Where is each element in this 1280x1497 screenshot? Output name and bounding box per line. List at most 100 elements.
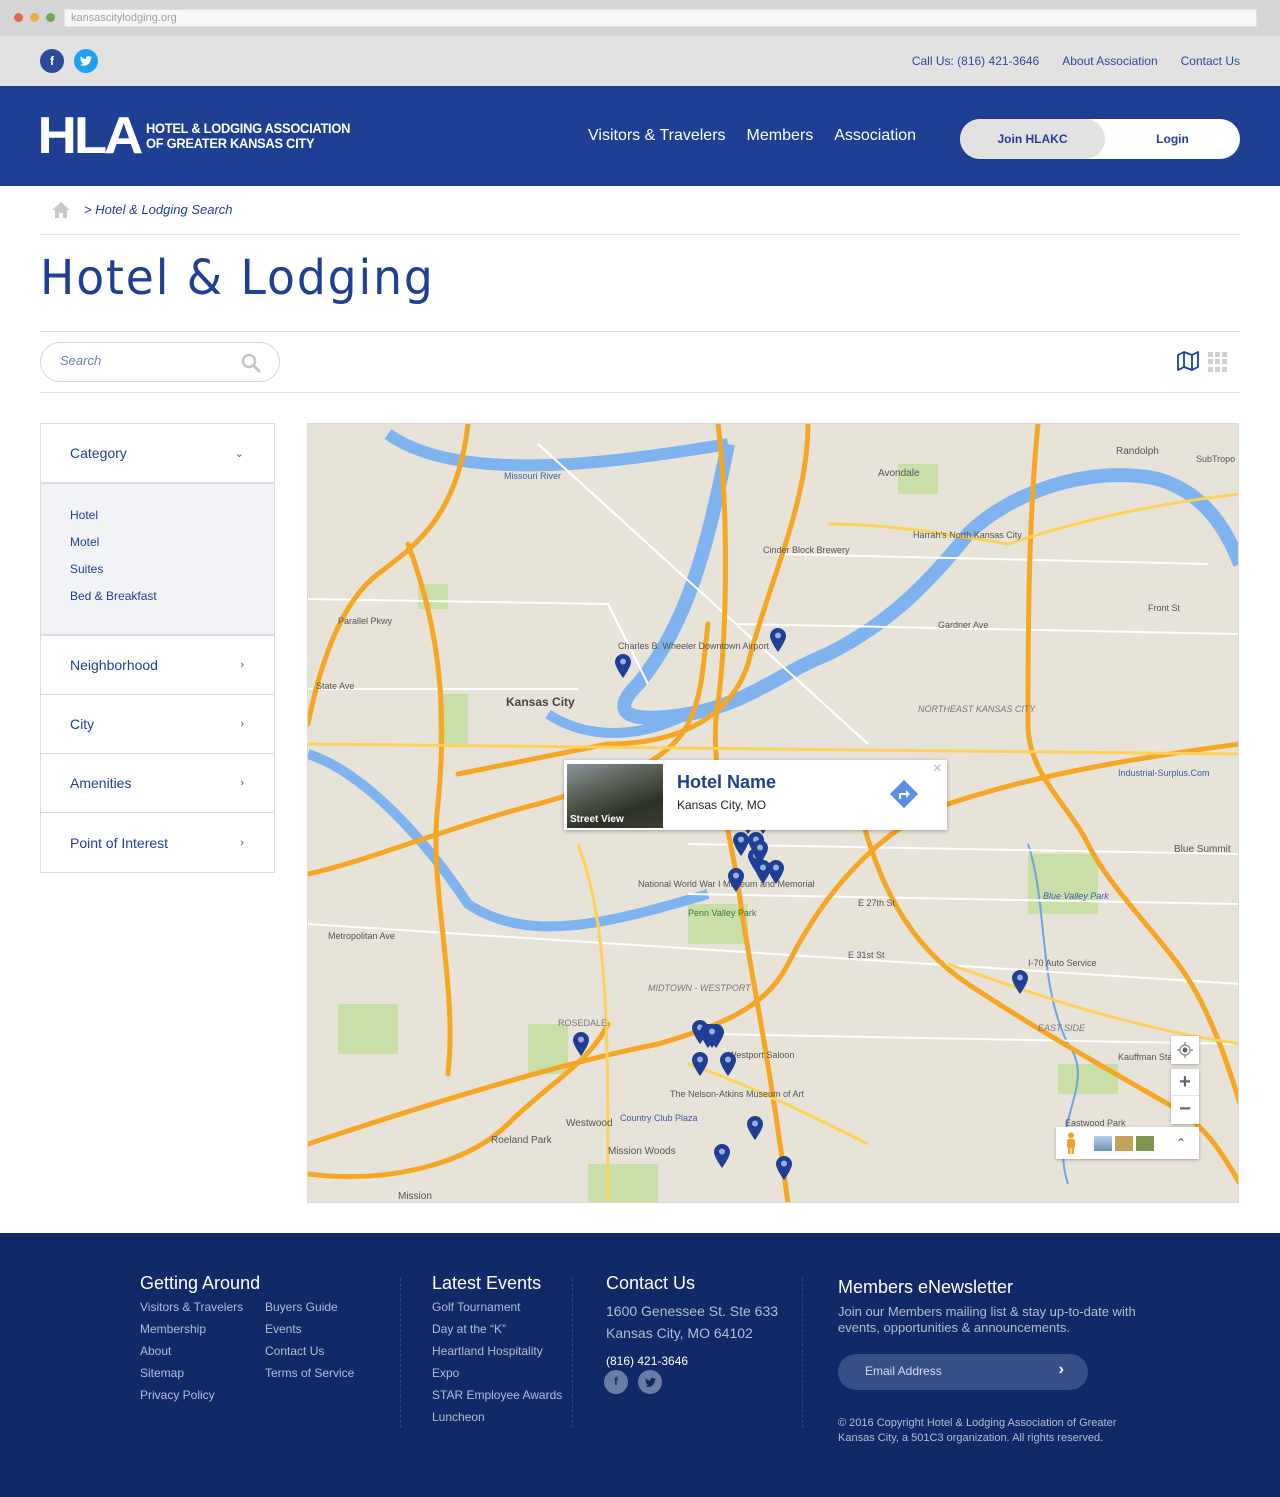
nav-association[interactable]: Association (834, 127, 916, 145)
map-pin-icon[interactable] (752, 840, 768, 864)
map[interactable]: Kansas City Avondale Randolph SubTropo M… (307, 423, 1239, 1203)
hotel-name[interactable]: Hotel Name (677, 772, 776, 793)
filter-neighborhood[interactable]: Neighborhood › (41, 636, 274, 695)
search-input[interactable] (60, 353, 230, 368)
footer-link[interactable]: Visitors & Travelers (140, 1300, 265, 1322)
expand-icon[interactable]: ⌃ (1176, 1136, 1186, 1150)
phone-number[interactable]: (816) 421-3646 (606, 1354, 778, 1368)
event-link[interactable]: STAR Employee Awards (432, 1388, 562, 1410)
event-link[interactable]: Expo (432, 1366, 562, 1388)
filter-point-of-interest[interactable]: Point of Interest › (41, 813, 274, 872)
contact-us-link[interactable]: Contact Us (1181, 54, 1240, 68)
map-pin-icon[interactable] (720, 1052, 736, 1076)
layer-terrain[interactable] (1115, 1135, 1133, 1151)
search-icon[interactable] (241, 353, 261, 373)
category-option-hotel[interactable]: Hotel (70, 508, 245, 535)
event-link[interactable]: Heartland Hospitality (432, 1344, 562, 1366)
maximize-window-dot[interactable] (46, 13, 55, 22)
login-button[interactable]: Login (1105, 119, 1240, 159)
my-location-button[interactable] (1171, 1036, 1199, 1064)
event-link[interactable]: Golf Tournament (432, 1300, 562, 1322)
layer-imagery[interactable] (1136, 1135, 1154, 1151)
layer-thumbnails (1094, 1135, 1154, 1151)
footer-heading: Members eNewsletter (838, 1277, 1014, 1297)
footer-link[interactable]: Buyers Guide (265, 1300, 354, 1322)
footer-divider (400, 1278, 401, 1428)
filter-panel: Category ⌄ Hotel Motel Suites Bed & Brea… (40, 423, 275, 873)
map-pin-icon[interactable] (714, 1144, 730, 1168)
map-label-kansas-city: Kansas City (506, 695, 575, 709)
divider (40, 331, 1240, 332)
map-label-state-ave: State Ave (316, 681, 354, 691)
footer-heading: Contact Us (606, 1273, 696, 1293)
footer-link[interactable]: Membership (140, 1322, 265, 1344)
address-bar[interactable]: kansascitylodging.org (64, 9, 1257, 27)
call-us-link[interactable]: Call Us: (816) 421-3646 (912, 54, 1039, 68)
map-label-nelson-atkins: The Nelson-Atkins Museum of Art (670, 1089, 805, 1099)
twitter-icon[interactable] (638, 1370, 662, 1394)
map-label-i70-auto: I-70 Auto Service (1028, 958, 1097, 968)
category-option-bed-breakfast[interactable]: Bed & Breakfast (70, 589, 245, 616)
footer-link[interactable]: Events (265, 1322, 354, 1344)
map-pin-icon[interactable] (776, 1156, 792, 1180)
site-footer: Getting Around Visitors & Travelers Memb… (0, 1233, 1280, 1497)
map-pin-icon[interactable] (692, 1052, 708, 1076)
map-pin-icon[interactable] (573, 1032, 589, 1056)
minimize-window-dot[interactable] (30, 13, 39, 22)
category-option-suites[interactable]: Suites (70, 562, 245, 589)
grid-view-icon[interactable] (1208, 352, 1228, 372)
map-label-e27th: E 27th St (858, 898, 896, 908)
map-pin-icon[interactable] (768, 860, 784, 884)
map-label-westport-saloon: Westport Saloon (728, 1050, 794, 1060)
facebook-icon[interactable]: f (604, 1370, 628, 1394)
zoom-in-button[interactable]: + (1171, 1069, 1199, 1096)
pegman-icon[interactable] (1065, 1132, 1077, 1154)
twitter-icon[interactable] (74, 49, 98, 73)
map-pin-icon[interactable] (1012, 970, 1028, 994)
filter-category[interactable]: Category ⌄ (41, 424, 274, 484)
footer-link[interactable]: About (140, 1344, 265, 1366)
footer-link[interactable]: Sitemap (140, 1366, 265, 1388)
chevron-right-icon[interactable]: › (1059, 1361, 1064, 1379)
event-link[interactable]: Day at the “K” (432, 1322, 562, 1344)
site-header: HLA HOTEL & LODGING ASSOCIATION OF GREAT… (0, 86, 1280, 186)
facebook-icon[interactable]: f (40, 49, 64, 73)
browser-chrome: kansascitylodging.org (0, 0, 1280, 36)
category-option-motel[interactable]: Motel (70, 535, 245, 562)
event-link[interactable]: Luncheon (432, 1410, 562, 1432)
email-input[interactable] (865, 1364, 1045, 1378)
logo[interactable]: HLA HOTEL & LODGING ASSOCIATION OF GREAT… (38, 110, 368, 162)
map-pin-icon[interactable] (615, 654, 631, 678)
map-label-east-side: EAST SIDE (1038, 1023, 1086, 1033)
map-pin-icon[interactable] (733, 832, 749, 856)
layer-satellite[interactable] (1094, 1135, 1112, 1151)
close-window-dot[interactable] (14, 13, 23, 22)
footer-link[interactable]: Contact Us (265, 1344, 354, 1366)
filter-label: City (70, 716, 95, 732)
map-label-blue-valley: Blue Valley Park (1043, 891, 1109, 901)
map-view-icon[interactable] (1177, 351, 1199, 371)
map-pin-icon[interactable] (728, 868, 744, 892)
footer-link[interactable]: Privacy Policy (140, 1388, 265, 1410)
home-icon[interactable] (52, 202, 70, 218)
close-icon[interactable]: × (933, 760, 942, 778)
footer-link[interactable]: Terms of Service (265, 1366, 354, 1388)
nav-members[interactable]: Members (747, 127, 814, 145)
map-label-metropolitan: Metropolitan Ave (328, 931, 395, 941)
chevron-right-icon: › (240, 777, 244, 789)
filter-amenities[interactable]: Amenities › (41, 754, 274, 813)
map-pin-icon[interactable] (704, 1024, 720, 1048)
about-association-link[interactable]: About Association (1062, 54, 1157, 68)
map-pin-icon[interactable] (747, 1116, 763, 1140)
street-view-thumbnail[interactable]: Street View (567, 764, 663, 828)
map-pin-icon[interactable] (770, 628, 786, 652)
zoom-out-button[interactable]: − (1171, 1096, 1199, 1123)
directions-icon[interactable] (889, 779, 919, 809)
join-button[interactable]: Join HLAKC (960, 119, 1105, 159)
nav-visitors-travelers[interactable]: Visitors & Travelers (588, 127, 726, 145)
map-label-avondale: Avondale (878, 468, 920, 479)
filter-city[interactable]: City › (41, 695, 274, 754)
street-view-label: Street View (570, 814, 624, 825)
main-nav: Visitors & Travelers Members Association (588, 86, 916, 186)
map-layers-control: ⌃ (1056, 1127, 1199, 1159)
